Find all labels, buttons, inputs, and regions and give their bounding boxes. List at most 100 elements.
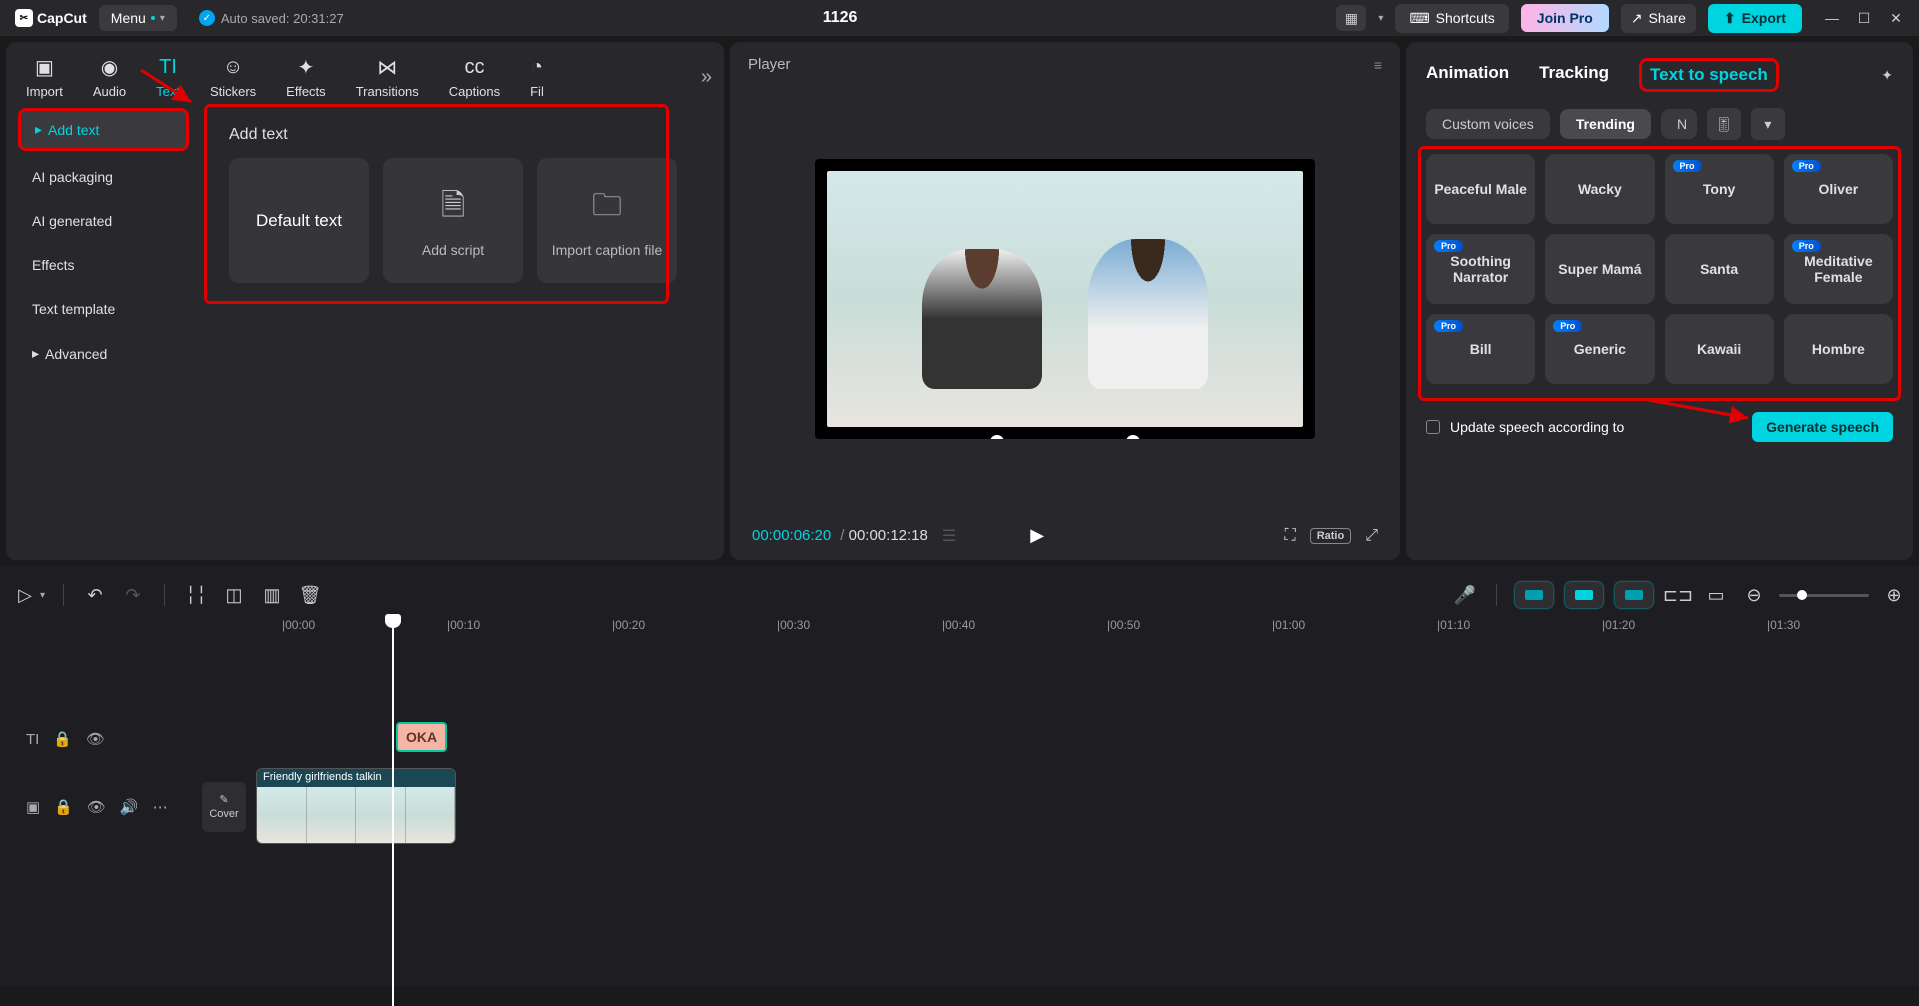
filter-new[interactable]: N xyxy=(1661,109,1697,139)
zoom-slider[interactable] xyxy=(1779,594,1869,597)
tab-effects[interactable]: ✦Effects xyxy=(278,52,334,103)
frame-handle[interactable] xyxy=(1126,435,1140,439)
sidebar-item-add-text[interactable]: ▸Add text xyxy=(18,108,189,151)
frame-handle[interactable] xyxy=(990,435,1004,439)
fullscreen-icon[interactable]: ⤢ xyxy=(1365,527,1378,545)
tab-text[interactable]: TIText xyxy=(148,52,188,103)
voice-card[interactable]: Kawaii xyxy=(1665,314,1774,384)
magnetic-chip-2[interactable] xyxy=(1565,582,1603,608)
time-mark: |01:30 xyxy=(1767,618,1800,632)
menu-button[interactable]: Menu▾ xyxy=(99,5,177,31)
magnetic-chip-1[interactable] xyxy=(1515,582,1553,608)
chevron-down-icon[interactable]: ▾ xyxy=(1378,13,1383,24)
voice-card[interactable]: ProSoothing Narrator xyxy=(1426,234,1535,304)
tab-audio[interactable]: ◉Audio xyxy=(85,52,134,103)
preview-area[interactable] xyxy=(730,87,1400,511)
align-icon[interactable]: ⊏⊐ xyxy=(1665,582,1691,608)
eye-icon[interactable]: 👁 xyxy=(87,798,106,816)
voice-card[interactable]: Super Mamá xyxy=(1545,234,1654,304)
voice-card[interactable]: Peaceful Male xyxy=(1426,154,1535,224)
voice-card[interactable]: Wacky xyxy=(1545,154,1654,224)
player-menu-icon[interactable]: ≡ xyxy=(1374,57,1382,73)
zoom-in-icon[interactable]: ⊕ xyxy=(1881,582,1907,608)
filter-dropdown-icon[interactable]: ▾ xyxy=(1751,108,1785,140)
tab-transitions[interactable]: ⋈Transitions xyxy=(348,52,427,103)
sidebar-item-ai-packaging[interactable]: AI packaging xyxy=(18,159,189,195)
list-icon[interactable]: ☰ xyxy=(942,526,956,546)
tab-captions[interactable]: ccCaptions xyxy=(441,52,508,103)
voice-card[interactable]: ProBill xyxy=(1426,314,1535,384)
split-left-tool[interactable]: ◫ xyxy=(221,582,247,608)
shortcuts-button[interactable]: ⌨ Shortcuts xyxy=(1395,4,1508,33)
voice-card[interactable]: Santa xyxy=(1665,234,1774,304)
tab-filters[interactable]: ◔Fil xyxy=(522,52,552,103)
chevron-down-icon: ▾ xyxy=(160,13,165,24)
text-track[interactable]: OKA xyxy=(286,714,1907,764)
export-button[interactable]: ⬆ Export xyxy=(1708,4,1802,33)
time-ruler[interactable]: |00:00|00:10|00:20|00:30|00:40|00:50|01:… xyxy=(12,616,1907,638)
voice-card[interactable]: Hombre xyxy=(1784,314,1893,384)
voice-card[interactable]: ProGeneric xyxy=(1545,314,1654,384)
voice-name: Bill xyxy=(1470,341,1492,357)
cover-button[interactable]: ✎ Cover xyxy=(202,782,246,832)
menu-dot-icon xyxy=(151,16,155,20)
zoom-out-icon[interactable]: ⊖ xyxy=(1741,582,1767,608)
sidebar-item-effects[interactable]: Effects xyxy=(18,247,189,283)
split-right-tool[interactable]: ▥ xyxy=(259,582,285,608)
card-add-script[interactable]: 🗎 Add script xyxy=(383,158,523,283)
tab-text-to-speech[interactable]: Text to speech xyxy=(1639,58,1779,92)
filter-custom-voices[interactable]: Custom voices xyxy=(1426,109,1550,139)
redo-button[interactable]: ↷ xyxy=(120,582,146,608)
card-default-text[interactable]: Default text xyxy=(229,158,369,283)
top-bar: ✂ CapCut Menu▾ ✓ Auto saved: 20:31:27 11… xyxy=(0,0,1919,36)
video-track[interactable]: Friendly girlfriends talkin xyxy=(256,764,1907,849)
mic-icon[interactable]: 🎤 xyxy=(1452,582,1478,608)
share-button[interactable]: ↗ Share xyxy=(1621,4,1696,33)
ratio-button[interactable]: Ratio xyxy=(1310,528,1352,544)
filter-settings-icon[interactable]: 🎚 xyxy=(1707,108,1741,140)
voice-name: Hombre xyxy=(1812,341,1865,357)
voice-card[interactable]: ProMeditative Female xyxy=(1784,234,1893,304)
close-icon[interactable]: ✕ xyxy=(1888,10,1904,26)
more-tabs-icon[interactable]: » xyxy=(701,66,712,89)
sidebar-item-text-template[interactable]: Text template xyxy=(18,291,189,327)
join-pro-button[interactable]: Join Pro xyxy=(1521,4,1609,32)
tab-tracking[interactable]: Tracking xyxy=(1539,63,1609,87)
captions-icon: cc xyxy=(464,56,484,80)
playhead[interactable] xyxy=(392,616,394,1006)
lock-icon[interactable]: 🔒 xyxy=(54,798,73,816)
sidebar-item-advanced[interactable]: ▸Advanced xyxy=(18,335,189,372)
maximize-icon[interactable]: ☐ xyxy=(1856,10,1872,26)
delete-tool[interactable]: 🗑 xyxy=(297,582,323,608)
eye-icon[interactable]: 👁 xyxy=(86,730,105,748)
play-button[interactable]: ▶ xyxy=(1030,525,1044,546)
split-tool[interactable]: ╎╎ xyxy=(183,582,209,608)
video-clip[interactable]: Friendly girlfriends talkin xyxy=(256,768,456,844)
undo-button[interactable]: ↶ xyxy=(82,582,108,608)
sidebar-item-ai-generated[interactable]: AI generated xyxy=(18,203,189,239)
voice-card[interactable]: ProOliver xyxy=(1784,154,1893,224)
generate-speech-button[interactable]: Generate speech xyxy=(1752,412,1893,442)
volume-icon[interactable]: 🔊 xyxy=(120,798,139,816)
focus-icon[interactable]: ⛶ xyxy=(1284,527,1295,545)
select-tool[interactable]: ▷ xyxy=(12,582,38,608)
tab-animation[interactable]: Animation xyxy=(1426,63,1509,87)
layout-icon-button[interactable]: ▦ xyxy=(1336,5,1366,31)
top-right-controls: ▦ ▾ ⌨ Shortcuts Join Pro ↗ Share ⬆ Expor… xyxy=(1336,4,1904,33)
tab-import[interactable]: ▣Import xyxy=(18,52,71,103)
chevron-down-icon[interactable]: ▾ xyxy=(40,590,45,601)
preview-icon[interactable]: ▭ xyxy=(1703,582,1729,608)
tab-stickers[interactable]: ☺Stickers xyxy=(202,52,264,103)
minimize-icon[interactable]: — xyxy=(1824,10,1840,26)
text-clip[interactable]: OKA xyxy=(396,722,447,752)
lock-icon[interactable]: 🔒 xyxy=(53,730,72,748)
card-import-caption[interactable]: 🗀 Import caption file xyxy=(537,158,677,283)
sparkle-icon[interactable]: ✦ xyxy=(1881,67,1893,84)
more-icon[interactable]: ⋯ xyxy=(153,798,168,816)
voice-name: Oliver xyxy=(1819,181,1859,197)
voice-card[interactable]: ProTony xyxy=(1665,154,1774,224)
logo-icon: ✂ xyxy=(15,9,33,27)
magnetic-chip-3[interactable] xyxy=(1615,582,1653,608)
filter-trending[interactable]: Trending xyxy=(1560,109,1651,139)
update-checkbox[interactable] xyxy=(1426,420,1440,434)
